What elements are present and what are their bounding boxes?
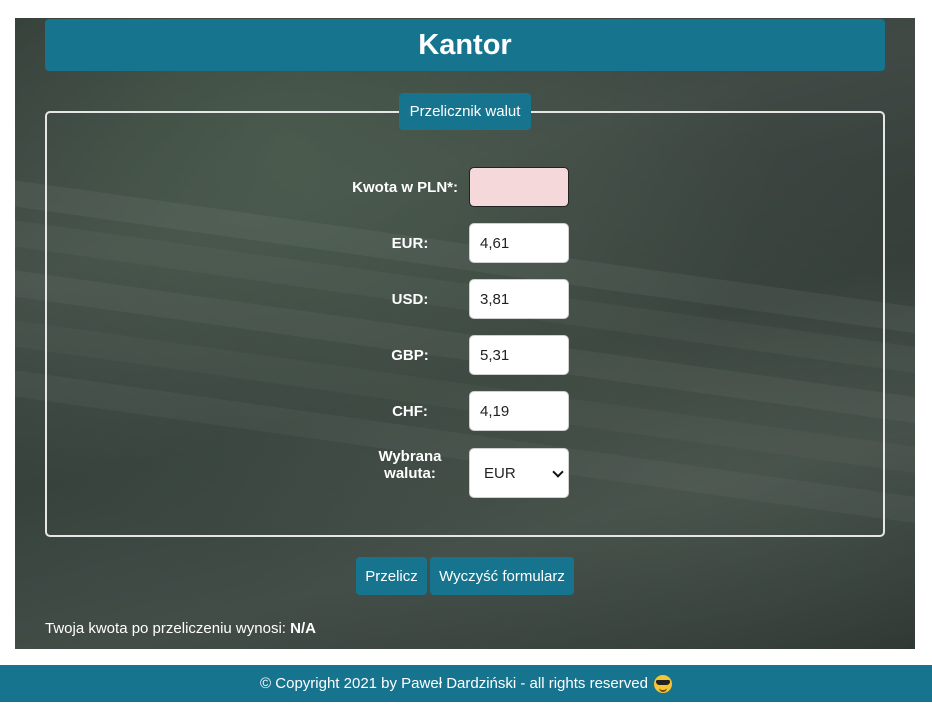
currency-label: Wybrana waluta:: [368, 447, 452, 483]
currency-label-line1: Wybrana: [378, 448, 442, 465]
rate-label-eur: EUR:: [391, 234, 429, 252]
amount-label: Kwota w PLN*:: [352, 178, 458, 196]
rate-input-eur[interactable]: 4,61: [469, 223, 569, 263]
page-footer: © Copyright 2021 by Paweł Dardziński - a…: [0, 665, 932, 702]
rate-row-usd: USD: 3,81: [0, 279, 932, 319]
rate-input-usd[interactable]: 3,81: [469, 279, 569, 319]
footer-copyright: © Copyright 2021 by Paweł Dardziński - a…: [260, 675, 648, 692]
clear-form-button[interactable]: Wyczyść formularz: [430, 557, 574, 595]
currency-row: Wybrana waluta: EUR: [0, 447, 932, 499]
result-text: Twoja kwota po przeliczeniu wynosi: N/A: [45, 620, 316, 637]
converter-legend: Przelicznik walut: [399, 93, 531, 130]
page-header: Kantor: [45, 19, 885, 71]
result-prefix: Twoja kwota po przeliczeniu wynosi:: [45, 620, 286, 637]
rate-label-gbp: GBP:: [391, 346, 429, 364]
chevron-down-icon: [552, 468, 562, 478]
currency-select[interactable]: EUR: [469, 448, 569, 498]
currency-label-line2: waluta:: [384, 465, 436, 482]
sunglasses-emoji-icon: [653, 674, 672, 693]
rate-row-gbp: GBP: 5,31: [0, 335, 932, 375]
rate-label-usd: USD:: [391, 290, 429, 308]
rate-input-gbp[interactable]: 5,31: [469, 335, 569, 375]
amount-row: Kwota w PLN*:: [0, 167, 932, 207]
page-title: Kantor: [418, 28, 512, 61]
amount-input[interactable]: [469, 167, 569, 207]
currency-selected-value: EUR: [484, 464, 516, 482]
rate-label-chf: CHF:: [392, 402, 428, 420]
rate-row-chf: CHF: 4,19: [0, 391, 932, 431]
rate-input-chf[interactable]: 4,19: [469, 391, 569, 431]
result-value: N/A: [290, 620, 316, 637]
rate-row-eur: EUR: 4,61: [0, 223, 932, 263]
calculate-button[interactable]: Przelicz: [356, 557, 427, 595]
